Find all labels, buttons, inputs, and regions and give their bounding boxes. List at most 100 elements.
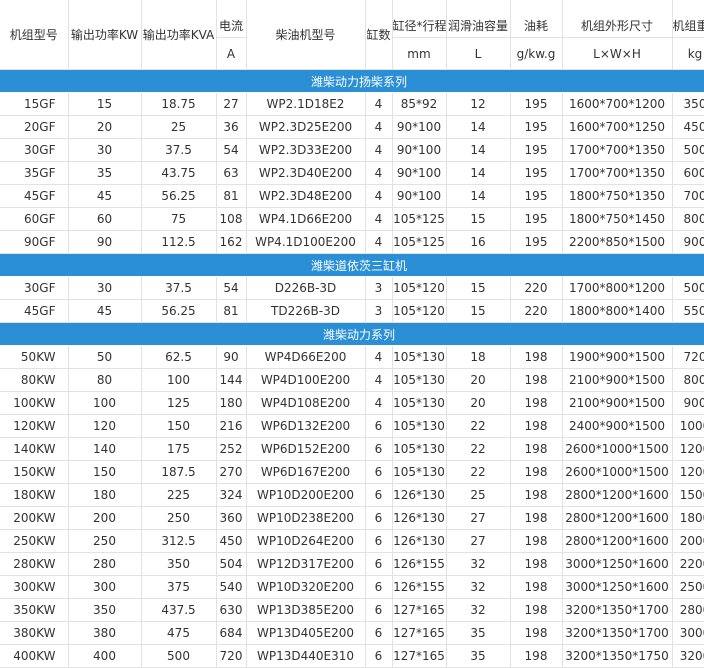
cell-bore: 85*92	[392, 92, 447, 116]
cell-model: 20GF	[0, 115, 69, 139]
cell-current: 63	[216, 161, 247, 185]
cell-kw: 120	[68, 414, 142, 438]
cell-fuel: 198	[510, 552, 563, 576]
cell-engine: WP4D66E200	[246, 345, 366, 369]
cell-model: 150KW	[0, 460, 69, 484]
cell-kva: 312.5	[141, 529, 217, 553]
cell-cylinders: 6	[365, 483, 393, 507]
cell-cylinders: 4	[365, 230, 393, 254]
cell-dims: 2600*1000*1500	[562, 460, 673, 484]
cell-kva: 250	[141, 506, 217, 530]
cell-oil: 15	[446, 276, 511, 300]
cell-oil: 14	[446, 184, 511, 208]
cell-dims: 3200*1350*1700	[562, 598, 673, 622]
cell-model: 250KW	[0, 529, 69, 553]
cell-weight: 1200	[672, 460, 704, 484]
cell-kw: 15	[68, 92, 142, 116]
cell-kw: 380	[68, 621, 142, 645]
cell-weight: 700	[672, 184, 704, 208]
table-body: 潍柴动力扬柴系列 15GF 15 18.75 27 WP2.1D18E2 4 85*92 12 1…	[0, 69, 704, 668]
cell-fuel: 195	[510, 230, 563, 254]
cell-weight: 3200	[672, 644, 704, 668]
cell-kw: 100	[68, 391, 142, 415]
cell-model: 350KW	[0, 598, 69, 622]
cell-dims: 1600*700*1200	[562, 92, 673, 116]
cell-model: 45GF	[0, 184, 69, 208]
cell-kva: 25	[141, 115, 217, 139]
cell-cylinders: 6	[365, 529, 393, 553]
cell-kw: 45	[68, 184, 142, 208]
cell-engine: WP2.3D25E200	[246, 115, 366, 139]
cell-cylinders: 4	[365, 115, 393, 139]
cell-engine: WP12D317E200	[246, 552, 366, 576]
cell-bore: 126*130	[392, 483, 447, 507]
cell-fuel: 195	[510, 207, 563, 231]
cell-engine: WP6D132E200	[246, 414, 366, 438]
section-header-row: 潍柴道依茨三缸机	[0, 253, 704, 277]
cell-model: 400KW	[0, 644, 69, 668]
cell-bore: 126*155	[392, 575, 447, 599]
col-header-fuel: 油耗	[510, 0, 563, 38]
section-header-row: 潍柴动力扬柴系列	[0, 69, 704, 93]
header-row-top: 机组型号 输出功率KW 输出功率KVA 电流 柴油机型号 缸数 缸径*行程 润滑…	[0, 0, 704, 70]
cell-dims: 3200*1350*1700	[562, 621, 673, 645]
unit-bore: mm	[392, 37, 447, 70]
cell-current: 252	[216, 437, 247, 461]
cell-weight: 3000	[672, 621, 704, 645]
cell-bore: 90*100	[392, 161, 447, 185]
cell-kva: 56.25	[141, 299, 217, 323]
col-header-bore: 缸径*行程	[392, 0, 447, 38]
cell-current: 360	[216, 506, 247, 530]
cell-weight: 450	[672, 115, 704, 139]
cell-engine: WP10D238E200	[246, 506, 366, 530]
cell-dims: 3200*1350*1750	[562, 644, 673, 668]
cell-kva: 475	[141, 621, 217, 645]
cell-bore: 127*165	[392, 598, 447, 622]
cell-dims: 1900*900*1500	[562, 345, 673, 369]
cell-engine: WP4D100E200	[246, 368, 366, 392]
cell-kva: 125	[141, 391, 217, 415]
unit-fuel: g/kw.g	[510, 37, 563, 70]
cell-kw: 90	[68, 230, 142, 254]
cell-model: 35GF	[0, 161, 69, 185]
cell-fuel: 198	[510, 345, 563, 369]
cell-current: 54	[216, 138, 247, 162]
cell-fuel: 198	[510, 575, 563, 599]
cell-kw: 250	[68, 529, 142, 553]
cell-weight: 1500	[672, 483, 704, 507]
col-header-engine: 柴油机型号	[246, 0, 366, 70]
cell-engine: WP2.1D18E2	[246, 92, 366, 116]
cell-kva: 175	[141, 437, 217, 461]
cell-kva: 112.5	[141, 230, 217, 254]
cell-model: 120KW	[0, 414, 69, 438]
cell-current: 630	[216, 598, 247, 622]
cell-current: 540	[216, 575, 247, 599]
cell-weight: 800	[672, 207, 704, 231]
table-row: 300KW 300 375 540 WP10D320E200 6 126*155 32 198 3…	[0, 575, 704, 599]
cell-model: 15GF	[0, 92, 69, 116]
cell-kw: 80	[68, 368, 142, 392]
table-row: 50KW 50 62.5 90 WP4D66E200 4 105*130 18 198 1900*…	[0, 345, 704, 369]
cell-current: 324	[216, 483, 247, 507]
cell-model: 90GF	[0, 230, 69, 254]
cell-cylinders: 4	[365, 161, 393, 185]
cell-kva: 56.25	[141, 184, 217, 208]
cell-kva: 18.75	[141, 92, 217, 116]
cell-oil: 22	[446, 437, 511, 461]
cell-fuel: 198	[510, 460, 563, 484]
cell-bore: 90*100	[392, 138, 447, 162]
cell-bore: 105*130	[392, 437, 447, 461]
cell-fuel: 195	[510, 161, 563, 185]
cell-fuel: 198	[510, 644, 563, 668]
cell-fuel: 198	[510, 621, 563, 645]
cell-kva: 37.5	[141, 276, 217, 300]
unit-current: A	[216, 37, 247, 70]
cell-oil: 35	[446, 621, 511, 645]
cell-weight: 550	[672, 299, 704, 323]
cell-cylinders: 6	[365, 621, 393, 645]
cell-dims: 2600*1000*1500	[562, 437, 673, 461]
cell-current: 684	[216, 621, 247, 645]
cell-kva: 500	[141, 644, 217, 668]
cell-engine: TD226B-3D	[246, 299, 366, 323]
cell-fuel: 195	[510, 138, 563, 162]
